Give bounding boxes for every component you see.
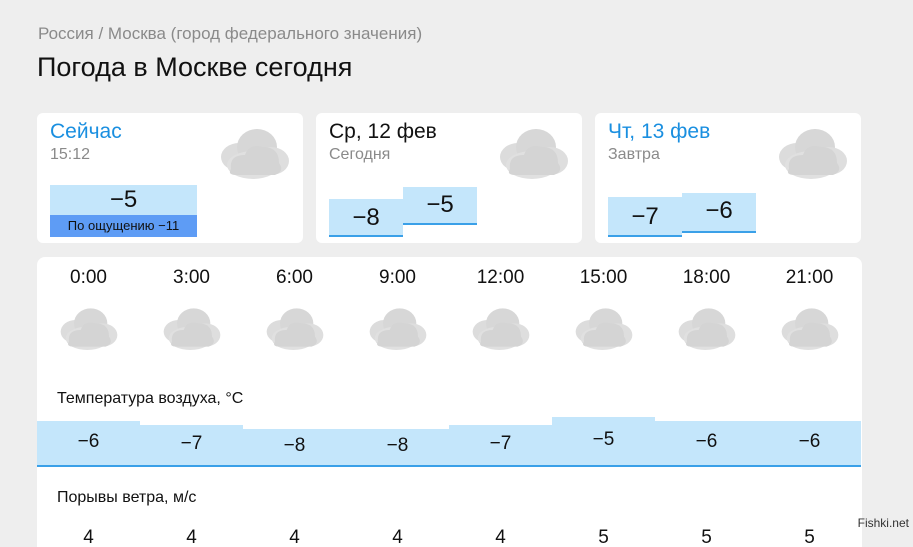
- hour-wind-gust: 4: [83, 527, 94, 547]
- now-temperature: −5: [50, 185, 197, 215]
- cloudy-icon: [472, 308, 530, 350]
- hour-wind-gust: 5: [804, 527, 815, 547]
- feels-like-badge: По ощущению −11: [50, 215, 197, 237]
- hour-label: 3:00: [173, 267, 210, 288]
- hour-temperature: −8: [346, 429, 449, 467]
- hour-temperature: −7: [140, 425, 243, 467]
- hour-temperature: −6: [758, 421, 861, 467]
- hour-label: 6:00: [276, 267, 313, 288]
- hour-wind-gust: 4: [289, 527, 300, 547]
- cloudy-icon: [60, 308, 118, 350]
- tomorrow-day-temperature: −6: [682, 193, 756, 233]
- hour-wind-gust: 5: [701, 527, 712, 547]
- now-title: Сейчас: [50, 120, 122, 143]
- hour-temperature: −6: [655, 421, 758, 467]
- hourly-forecast-panel: 0:00 3:00 6:00 9:00 12:00 15:00 18:00 21:00 Тем…: [37, 257, 862, 547]
- hour-label: 0:00: [70, 267, 107, 288]
- cloudy-icon: [500, 129, 568, 179]
- tomorrow-night-temperature: −7: [608, 197, 682, 237]
- hour-wind-gust: 4: [495, 527, 506, 547]
- cloudy-icon: [369, 308, 427, 350]
- today-title: Ср, 12 фев: [329, 120, 437, 143]
- hour-temperature: −7: [449, 425, 552, 467]
- hour-label: 9:00: [379, 267, 416, 288]
- hour-wind-gust: 5: [598, 527, 609, 547]
- hour-temperature: −8: [243, 429, 346, 467]
- hour-label: 15:00: [579, 267, 628, 288]
- cloudy-icon: [266, 308, 324, 350]
- today-subtitle: Сегодня: [329, 146, 391, 163]
- breadcrumb[interactable]: Россия / Москва (город федерального знач…: [38, 24, 422, 44]
- cloudy-icon: [781, 308, 839, 350]
- temperature-section-label: Температура воздуха, °С: [57, 390, 244, 407]
- cloudy-icon: [575, 308, 633, 350]
- cloudy-icon: [221, 129, 289, 179]
- hour-temperature: −5: [552, 417, 655, 467]
- page-title: Погода в Москве сегодня: [37, 52, 353, 82]
- tomorrow-title: Чт, 13 фев: [608, 120, 711, 143]
- hour-wind-gust: 4: [392, 527, 403, 547]
- today-card[interactable]: Ср, 12 фев Сегодня −8 −5: [316, 113, 582, 243]
- tomorrow-card[interactable]: Чт, 13 фев Завтра −7 −6: [595, 113, 861, 243]
- wind-gust-section-label: Порывы ветра, м/с: [57, 489, 197, 506]
- hour-label: 12:00: [476, 267, 525, 288]
- cloudy-icon: [163, 308, 221, 350]
- hour-temperature: −6: [37, 421, 140, 467]
- cloudy-icon: [678, 308, 736, 350]
- tomorrow-subtitle: Завтра: [608, 146, 660, 163]
- today-night-temperature: −8: [329, 199, 403, 237]
- hour-label: 18:00: [682, 267, 731, 288]
- watermark: Fishki.net: [857, 516, 909, 530]
- hour-wind-gust: 4: [186, 527, 197, 547]
- now-time: 15:12: [50, 146, 91, 163]
- now-card[interactable]: Сейчас 15:12 −5 По ощущению −11: [37, 113, 303, 243]
- today-day-temperature: −5: [403, 187, 477, 225]
- cloudy-icon: [779, 129, 847, 179]
- hour-label: 21:00: [785, 267, 834, 288]
